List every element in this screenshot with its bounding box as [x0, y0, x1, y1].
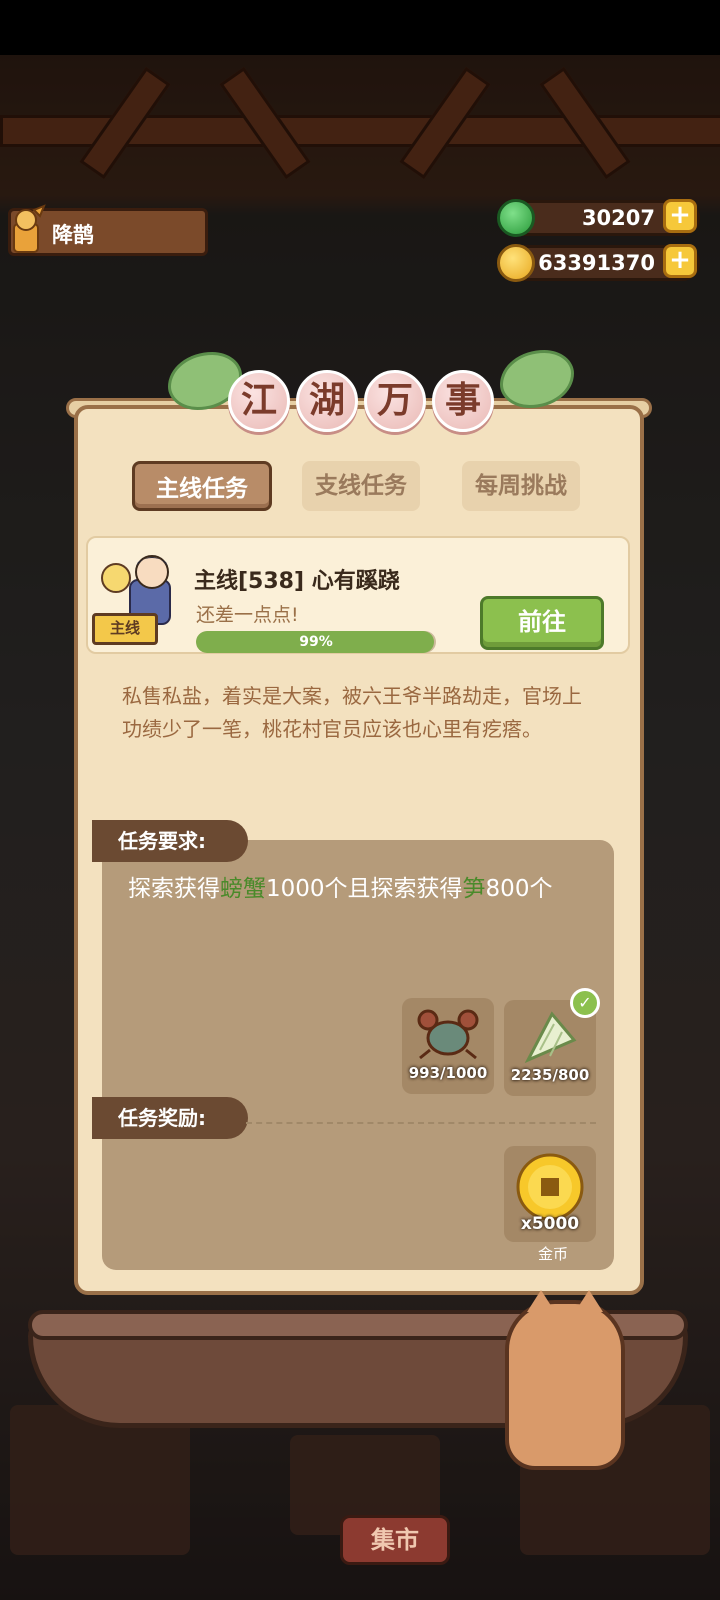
player-name: 降鹊 — [52, 223, 94, 247]
jade-icon — [497, 199, 535, 237]
rewards-label: 任务奖励: — [92, 1097, 248, 1139]
crab-item-slot[interactable]: 993/1000 — [402, 998, 494, 1094]
check-icon: ✓ — [570, 988, 600, 1018]
quest-progress-bar: 99% — [196, 631, 436, 653]
go-button[interactable]: 前往 — [480, 596, 604, 650]
req-text-part: 1000个且探索获得 — [266, 876, 463, 902]
tab-main-quest[interactable]: 主线任务 — [132, 461, 272, 511]
requirements-label: 任务要求: — [92, 820, 248, 862]
cat-decoration — [505, 1290, 625, 1470]
coin-reward-amount: x5000 — [520, 1214, 580, 1234]
title-char: 江 — [228, 370, 290, 432]
req-item-crab: 螃蟹 — [220, 876, 266, 902]
panel-title: 江 湖 万 事 — [220, 362, 510, 442]
crab-icon — [417, 1009, 479, 1060]
main-quest-tag: 主线 — [92, 613, 158, 645]
req-text-part: 探索获得 — [128, 876, 220, 902]
gold-coin-icon — [516, 1153, 584, 1221]
quest-title: 主线[538] 心有蹊跷 — [194, 569, 400, 594]
cat-ear — [527, 1290, 555, 1312]
req-item-bamboo: 笋 — [462, 876, 486, 902]
title-char: 万 — [364, 370, 426, 432]
divider — [246, 1122, 596, 1124]
coin-reward-name: 金币 — [538, 1245, 569, 1263]
tab-weekly-challenge[interactable]: 每周挑战 — [462, 461, 580, 511]
add-coins-button[interactable]: + — [663, 244, 697, 278]
bamboo-shoot-icon — [524, 1011, 577, 1064]
progress-label: 99% — [299, 634, 333, 650]
player-avatar-icon — [6, 204, 46, 256]
coin-icon — [497, 244, 535, 282]
title-char: 事 — [432, 370, 494, 432]
quest-subtitle: 还差一点点! — [196, 604, 299, 626]
req-text-part: 800个 — [485, 876, 553, 902]
bamboo-count: 2235/800 — [510, 1066, 590, 1084]
add-jade-button[interactable]: + — [663, 199, 697, 233]
market-button[interactable]: 集市 — [340, 1515, 450, 1565]
tab-side-quest[interactable]: 支线任务 — [302, 461, 420, 511]
quest-description: 私售私盐，着实是大案，被六王爷半路劫走，官场上功绩少了一笔，桃花村官员应该也心里… — [122, 684, 582, 741]
gold-coin-reward-slot[interactable]: x5000 — [504, 1146, 596, 1242]
title-char: 湖 — [296, 370, 358, 432]
crab-count: 993/1000 — [408, 1064, 488, 1082]
cat-ear — [575, 1290, 603, 1312]
requirements-text: 探索获得螃蟹1000个且探索获得笋800个 — [128, 872, 598, 906]
